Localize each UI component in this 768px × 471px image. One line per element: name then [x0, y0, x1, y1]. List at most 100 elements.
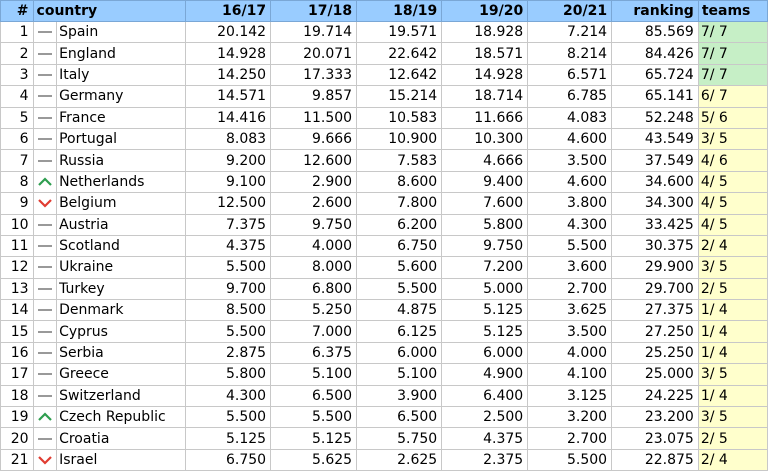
score-1617: 5.500: [184, 256, 272, 279]
ranking-total: 24.225: [611, 384, 699, 408]
score-2021: 8.214: [527, 42, 613, 65]
teams-cell: 1/ 4: [697, 384, 768, 408]
teams-cell: 2/ 5: [697, 427, 768, 450]
teams-cell: 7/ 7: [697, 20, 768, 44]
score-2021: 2.700: [527, 427, 613, 450]
score-2021: 6.571: [527, 63, 613, 87]
teams-cell: 5/ 6: [697, 106, 768, 129]
country-cell: Belgium: [56, 192, 186, 215]
trend-same-icon: [32, 320, 58, 343]
country-cell: England: [56, 42, 186, 65]
score-1920: 2.500: [441, 406, 529, 429]
header-1819[interactable]: 18/19: [356, 0, 443, 22]
score-1617: 4.300: [184, 384, 272, 408]
score-1819: 10.900: [356, 127, 443, 151]
header-teams[interactable]: teams: [697, 0, 768, 22]
trend-same-icon: [32, 341, 58, 365]
rank-cell: 10: [0, 213, 34, 236]
teams-cell: 1/ 4: [697, 341, 768, 365]
ranking-total: 84.426: [611, 42, 699, 65]
teams-cell: 4/ 5: [697, 213, 768, 236]
score-1920: 4.900: [441, 363, 529, 386]
ranking-total: 43.549: [611, 127, 699, 151]
trend-same-icon: [32, 106, 58, 129]
country-cell: Croatia: [56, 427, 186, 450]
rank-cell: 15: [0, 320, 34, 343]
table-row: 1 Spain 20.142 19.714 19.571 18.928 7.214 85.56…: [0, 20, 768, 44]
teams-cell: 3/ 5: [697, 406, 768, 429]
score-1718: 5.625: [270, 448, 358, 471]
score-2021: 3.125: [527, 384, 613, 408]
header-1920[interactable]: 19/20: [441, 0, 529, 22]
teams-cell: 3/ 5: [697, 127, 768, 151]
score-1819: 5.100: [356, 363, 443, 386]
ranking-total: 33.425: [611, 213, 699, 236]
teams-cell: 2/ 4: [697, 234, 768, 258]
rank-cell: 18: [0, 384, 34, 408]
score-2021: 4.600: [527, 127, 613, 151]
teams-cell: 7/ 7: [697, 42, 768, 65]
score-2021: 4.300: [527, 213, 613, 236]
table-row: 5 France 14.416 11.500 10.583 11.666 4.083 52.2…: [0, 106, 768, 129]
score-1819: 4.875: [356, 299, 443, 322]
ranking-table: # country 16/17 17/18 18/19 19/20 20/21 …: [0, 0, 768, 471]
score-1617: 7.375: [184, 213, 272, 236]
score-1920: 11.666: [441, 106, 529, 129]
ranking-total: 27.250: [611, 320, 699, 343]
table-row: 8 Netherlands 9.100 2.900 8.600 9.400 4.600 34.…: [0, 170, 768, 194]
table-row: 12 Ukraine 5.500 8.000 5.600 7.200 3.600 29.900…: [0, 256, 768, 279]
score-1920: 7.200: [441, 256, 529, 279]
ranking-total: 25.000: [611, 363, 699, 386]
score-2021: 4.100: [527, 363, 613, 386]
score-1920: 5.000: [441, 277, 529, 301]
trend-same-icon: [32, 384, 58, 408]
header-1718[interactable]: 17/18: [270, 0, 358, 22]
rank-cell: 14: [0, 299, 34, 322]
score-1819: 3.900: [356, 384, 443, 408]
rank-cell: 7: [0, 149, 34, 172]
score-1718: 7.000: [270, 320, 358, 343]
country-cell: Czech Republic: [56, 406, 186, 429]
score-2021: 3.500: [527, 149, 613, 172]
header-country[interactable]: country: [32, 0, 186, 22]
header-1617[interactable]: 16/17: [184, 0, 272, 22]
trend-same-icon: [32, 213, 58, 236]
score-1819: 6.200: [356, 213, 443, 236]
score-1718: 5.125: [270, 427, 358, 450]
score-1617: 5.500: [184, 406, 272, 429]
score-1819: 2.625: [356, 448, 443, 471]
table-row: 19 Czech Republic 5.500 5.500 6.500 2.500 3.20…: [0, 406, 768, 429]
trend-up-icon: [32, 406, 58, 429]
teams-cell: 4/ 6: [697, 149, 768, 172]
score-1617: 5.125: [184, 427, 272, 450]
score-1920: 18.928: [441, 20, 529, 44]
score-1617: 12.500: [184, 192, 272, 215]
country-cell: Germany: [56, 85, 186, 108]
header-rank[interactable]: #: [0, 0, 34, 22]
score-1819: 5.500: [356, 277, 443, 301]
score-1617: 20.142: [184, 20, 272, 44]
score-1617: 9.200: [184, 149, 272, 172]
score-1617: 9.100: [184, 170, 272, 194]
score-1920: 14.928: [441, 63, 529, 87]
score-1617: 14.928: [184, 42, 272, 65]
score-1920: 9.400: [441, 170, 529, 194]
ranking-total: 27.375: [611, 299, 699, 322]
score-1920: 18.571: [441, 42, 529, 65]
country-cell: Spain: [56, 20, 186, 44]
teams-cell: 3/ 5: [697, 363, 768, 386]
score-2021: 5.500: [527, 234, 613, 258]
score-1617: 6.750: [184, 448, 272, 471]
rank-cell: 9: [0, 192, 34, 215]
trend-same-icon: [32, 277, 58, 301]
table-row: 16 Serbia 2.875 6.375 6.000 6.000 4.000 25.250 1…: [0, 341, 768, 365]
rank-cell: 16: [0, 341, 34, 365]
score-1920: 2.375: [441, 448, 529, 471]
score-1718: 5.500: [270, 406, 358, 429]
country-cell: Serbia: [56, 341, 186, 365]
country-cell: Greece: [56, 363, 186, 386]
score-1819: 15.214: [356, 85, 443, 108]
ranking-total: 30.375: [611, 234, 699, 258]
header-ranking[interactable]: ranking: [611, 0, 699, 22]
header-2021[interactable]: 20/21: [527, 0, 613, 22]
